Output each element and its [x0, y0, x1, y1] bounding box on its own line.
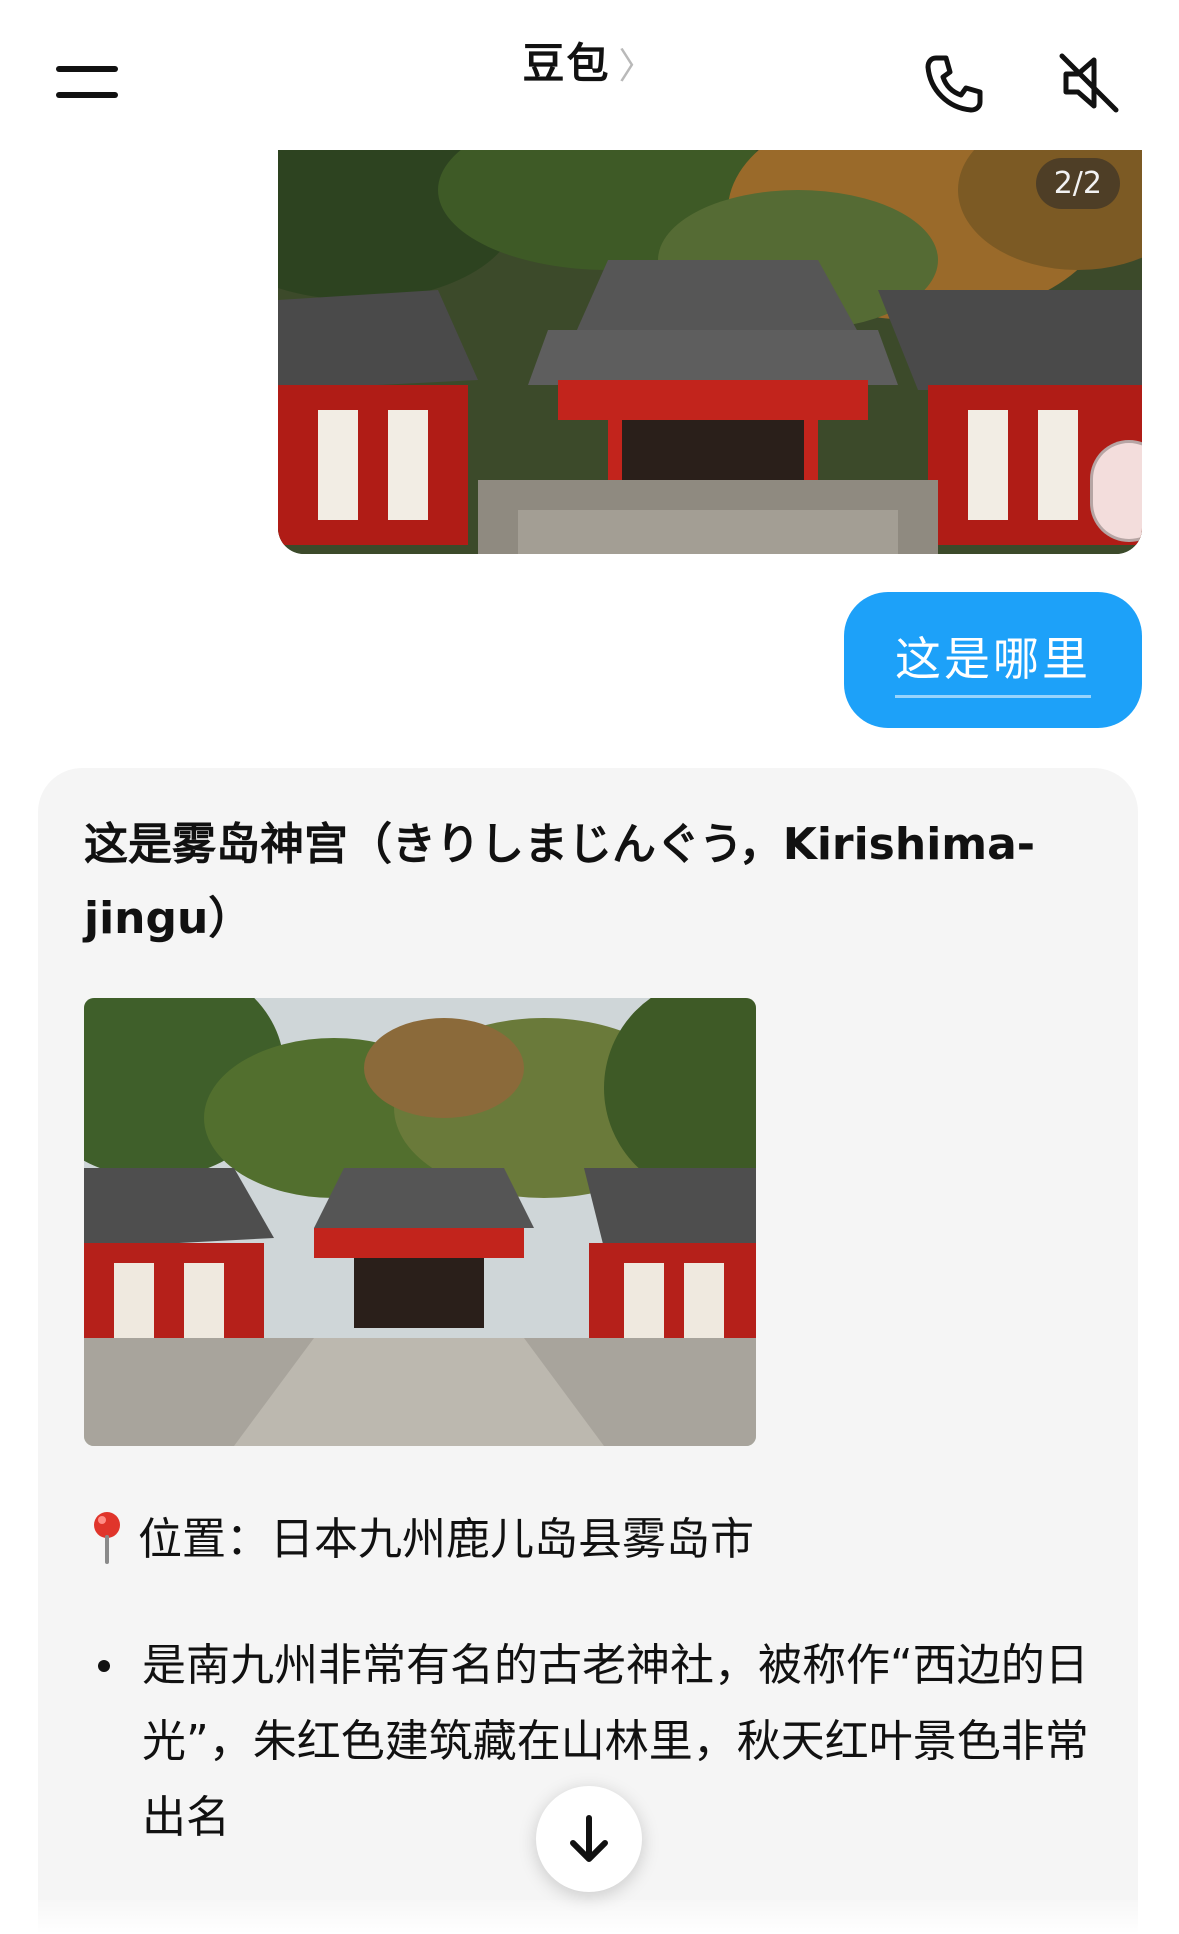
- image-page-counter: 2/2: [1035, 158, 1120, 209]
- location-value: 日本九州鹿儿岛县雾岛市: [270, 1514, 754, 1565]
- assistant-shrine-image[interactable]: [84, 998, 756, 1446]
- shrine-photo: [278, 150, 1142, 554]
- speaker-mute-icon: [1059, 53, 1119, 113]
- chevron-right-icon: 〉: [618, 46, 657, 87]
- menu-icon-bar: [56, 92, 118, 98]
- bot-name: 豆包: [522, 39, 611, 88]
- chat-title[interactable]: 豆包〉: [522, 30, 656, 91]
- user-message-bubble[interactable]: 这是哪里: [844, 592, 1142, 728]
- image-side-handle[interactable]: [1090, 440, 1142, 542]
- call-button[interactable]: [922, 52, 986, 116]
- location-label: 位置：: [138, 1514, 270, 1565]
- pin-icon: [94, 1512, 120, 1564]
- arrow-down-icon: [570, 1815, 608, 1862]
- shrine-photo-2: [84, 998, 756, 1446]
- assistant-heading: 这是雾岛神宫（きりしまじんぐう，Kirishima-jingu）: [84, 819, 1036, 944]
- title-area: 豆包〉: [0, 30, 1179, 91]
- scroll-to-bottom-button[interactable]: [536, 1786, 642, 1892]
- phone-icon: [925, 55, 983, 113]
- chat-screen: 豆包〉 2/2 这是哪里 这是雾岛神宫（きりしまじんぐう，Kirishima-j…: [0, 0, 1179, 1934]
- assistant-message-card: 这是雾岛神宫（きりしまじんぐう，Kirishima-jingu） 位置：日本九州…: [38, 768, 1138, 1934]
- user-uploaded-image[interactable]: 2/2: [278, 150, 1142, 554]
- bottom-fade: [0, 1900, 1179, 1934]
- user-message-text: 这是哪里: [895, 623, 1091, 698]
- bullet-dot: [98, 1660, 110, 1672]
- location-line: 位置：日本九州鹿儿岛县雾岛市: [90, 1508, 754, 1572]
- mute-button[interactable]: [1058, 52, 1120, 114]
- top-bar: 豆包〉: [0, 0, 1179, 150]
